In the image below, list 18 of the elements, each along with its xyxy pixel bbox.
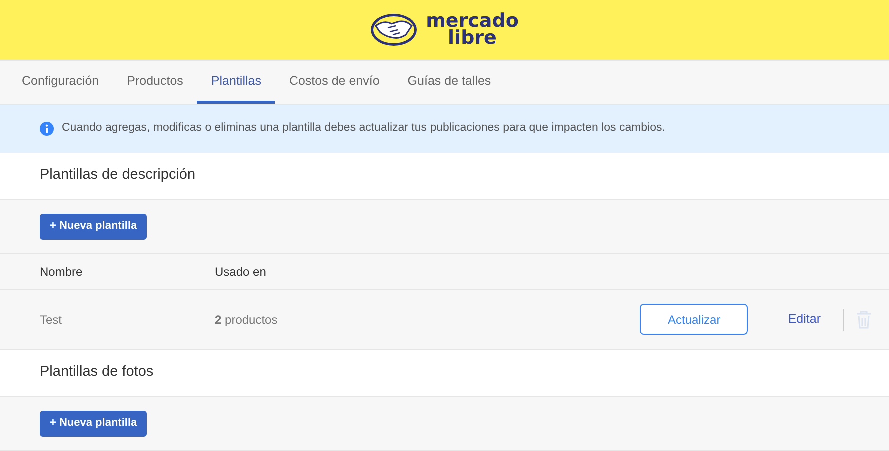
logo-wordmark: mercado libre [426, 12, 519, 48]
tab[interactable]: Configuración [8, 61, 114, 104]
column-header: Nombre [40, 264, 84, 280]
update-button[interactable]: Actualizar [640, 304, 748, 335]
tab[interactable]: Guías de talles [394, 61, 506, 104]
info-text: Cuando agregas, modificas o eliminas una plantilla debes actualizar tus publicaciones para que impacten los cambios. [62, 121, 666, 136]
tab[interactable]: Productos [113, 61, 198, 104]
table-cell-text: Test [40, 312, 64, 328]
column-header: Usado en [215, 264, 266, 280]
section-title: Plantillas de descripción [40, 166, 196, 186]
new-template-button[interactable]: + Nueva plantilla [40, 410, 148, 436]
tab[interactable]: Costos de envío [275, 61, 394, 104]
new-template-button[interactable]: + Nueva plantilla [40, 214, 148, 240]
info-icon [40, 122, 54, 136]
edit-link[interactable]: Editar [788, 310, 821, 329]
table-cell-text: 2 productos [215, 312, 278, 328]
handshake-logo-icon [370, 13, 418, 47]
section-title: Plantillas de fotos [40, 363, 154, 382]
